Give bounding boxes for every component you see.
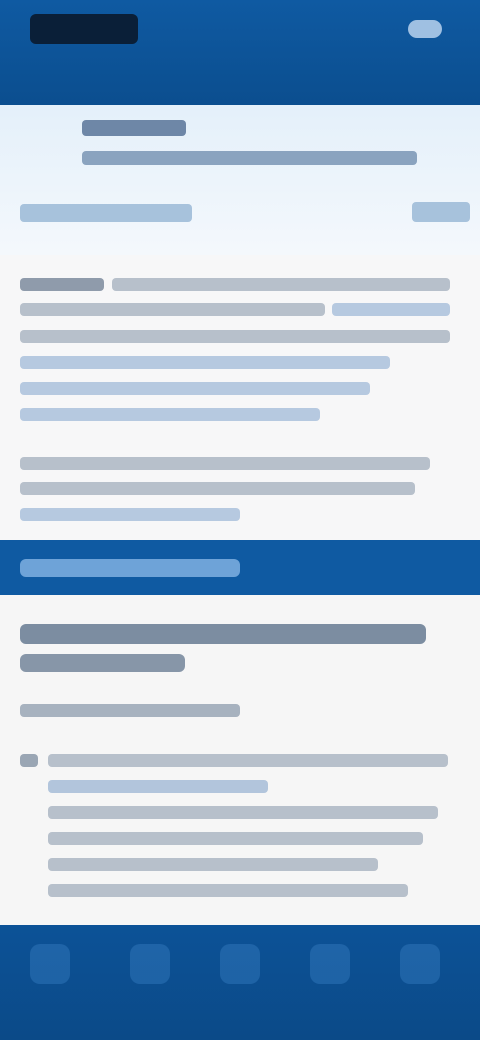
text-line xyxy=(48,754,448,767)
text-line xyxy=(20,457,430,470)
text-line xyxy=(20,408,320,421)
nav-settings-icon[interactable] xyxy=(400,944,440,984)
app-logo[interactable] xyxy=(30,14,138,44)
text-line xyxy=(20,303,325,316)
section-title xyxy=(20,559,240,577)
text-line xyxy=(332,303,450,316)
text-line xyxy=(20,278,104,291)
article-content xyxy=(0,255,480,540)
text-line xyxy=(48,780,268,793)
breadcrumb-link[interactable] xyxy=(20,204,192,222)
text-line xyxy=(48,832,423,845)
text-line xyxy=(20,704,240,717)
text-line xyxy=(20,330,450,343)
text-line xyxy=(112,278,450,291)
section-heading xyxy=(20,624,426,644)
header-panel xyxy=(0,105,480,255)
text-line xyxy=(48,884,408,897)
nav-home-icon[interactable] xyxy=(30,944,70,984)
text-line xyxy=(20,508,240,521)
page-title xyxy=(82,120,186,136)
text-line xyxy=(48,858,378,871)
section-heading-line xyxy=(20,654,185,672)
nav-search-icon[interactable] xyxy=(130,944,170,984)
more-link[interactable] xyxy=(412,202,470,222)
menu-icon[interactable] xyxy=(408,20,442,38)
bullet xyxy=(20,754,38,767)
text-line xyxy=(48,806,438,819)
nav-share-icon[interactable] xyxy=(310,944,350,984)
text-line xyxy=(20,382,370,395)
nav-bookmark-icon[interactable] xyxy=(220,944,260,984)
page-subtitle xyxy=(82,151,417,165)
text-line xyxy=(20,356,390,369)
text-line xyxy=(20,482,415,495)
